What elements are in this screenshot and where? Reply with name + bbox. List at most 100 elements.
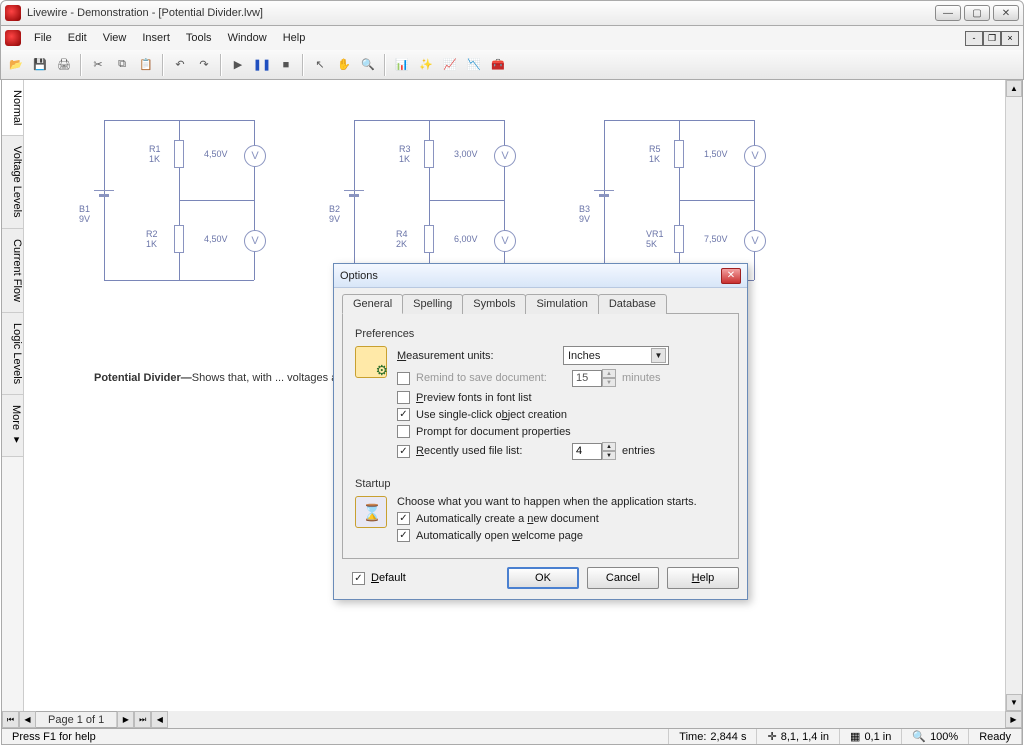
grid-icon: ▦ — [850, 730, 860, 743]
preferences-icon — [355, 346, 387, 378]
status-zoom: 🔍100% — [902, 729, 969, 744]
tab-spelling[interactable]: Spelling — [402, 294, 463, 314]
measurement-label: Measurement units: — [397, 350, 557, 362]
undo-icon[interactable]: ↶ — [169, 54, 191, 76]
status-ready: Ready — [969, 729, 1022, 744]
auto-welcome-checkbox[interactable]: ✓ — [397, 529, 410, 542]
recent-files-checkbox[interactable]: ✓ — [397, 445, 410, 458]
prompt-props-label: Prompt for document properties — [416, 426, 571, 438]
status-coords: ✛8,1, 1,4 in — [757, 729, 840, 744]
dialog-titlebar[interactable]: Options ✕ — [334, 264, 747, 288]
auto-new-checkbox[interactable]: ✓ — [397, 512, 410, 525]
menu-edit[interactable]: Edit — [61, 30, 94, 46]
dialog-close-button[interactable]: ✕ — [721, 268, 741, 284]
startup-label: Startup — [355, 478, 726, 490]
page-next-icon[interactable]: ▶ — [117, 711, 134, 728]
tab-simulation[interactable]: Simulation — [525, 294, 598, 314]
startup-desc: Choose what you want to happen when the … — [397, 496, 697, 508]
mdi-restore-button[interactable]: ❐ — [983, 31, 1001, 46]
remind-minutes-spin: ▲▼ — [572, 369, 616, 387]
pan-icon[interactable]: ✋ — [333, 54, 355, 76]
scroll-up-icon[interactable]: ▲ — [1006, 80, 1022, 97]
maximize-button[interactable]: ▢ — [964, 5, 990, 21]
sidetab-voltage[interactable]: Voltage Levels — [2, 136, 23, 229]
horizontal-scrollbar[interactable]: ◀ ▶ — [151, 711, 1022, 728]
play-icon[interactable]: ▶ — [227, 54, 249, 76]
tab-general[interactable]: General — [342, 294, 403, 314]
menu-tools[interactable]: Tools — [179, 30, 219, 46]
measurement-units-combo[interactable]: Inches▼ — [563, 346, 669, 365]
vertical-scrollbar[interactable]: ▲ ▼ — [1005, 80, 1022, 711]
cancel-button[interactable]: Cancel — [587, 567, 659, 589]
print-icon[interactable]: 🖨 — [53, 54, 75, 76]
default-label: Default — [371, 572, 406, 584]
dialog-tabs: General Spelling Symbols Simulation Data… — [334, 288, 747, 314]
mdi-close-button[interactable]: × — [1001, 31, 1019, 46]
preview-fonts-label: Preview fonts in font list — [416, 392, 532, 404]
pager-row: ⏮ ◀ Page 1 of 1 ▶ ⏭ ◀ ▶ — [1, 711, 1023, 728]
remind-checkbox — [397, 372, 410, 385]
default-checkbox[interactable]: ✓ — [352, 572, 365, 585]
status-help: Press F1 for help — [2, 729, 669, 744]
scroll-down-icon[interactable]: ▼ — [1006, 694, 1022, 711]
sidetab-more[interactable]: More ▾ — [2, 395, 23, 457]
page-last-icon[interactable]: ⏭ — [134, 711, 151, 728]
close-button[interactable]: ✕ — [993, 5, 1019, 21]
tab-database[interactable]: Database — [598, 294, 667, 314]
auto-welcome-label: Automatically open welcome page — [416, 530, 583, 542]
auto-new-label: Automatically create a new document — [416, 513, 599, 525]
chevron-down-icon[interactable]: ▼ — [651, 348, 666, 363]
save-icon[interactable]: 💾 — [29, 54, 51, 76]
open-icon[interactable]: 📂 — [5, 54, 27, 76]
copy-icon[interactable]: ⧉ — [111, 54, 133, 76]
recent-files-spin[interactable]: ▲▼ — [572, 442, 616, 460]
window-title: Livewire - Demonstration - [Potential Di… — [27, 7, 935, 19]
scroll-right-icon[interactable]: ▶ — [1005, 711, 1022, 728]
zoom-icon: 🔍 — [912, 730, 926, 743]
pointer-icon[interactable]: ↖ — [309, 54, 331, 76]
wizard-icon[interactable]: ✨ — [415, 54, 437, 76]
graph1-icon[interactable]: 📈 — [439, 54, 461, 76]
toolbox-icon[interactable]: 🧰 — [487, 54, 509, 76]
ok-button[interactable]: OK — [507, 567, 579, 589]
status-grid: ▦0,1 in — [840, 729, 902, 744]
view-sidebar: Normal Voltage Levels Current Flow Logic… — [2, 80, 24, 711]
circuit-block: B19V R11K R21K V 4,50V V 4,50V — [84, 110, 304, 290]
tab-symbols[interactable]: Symbols — [462, 294, 526, 314]
app-icon — [5, 5, 21, 21]
page-first-icon[interactable]: ⏮ — [2, 711, 19, 728]
status-time: Time:2,844 s — [669, 729, 757, 744]
minimize-button[interactable]: — — [935, 5, 961, 21]
page-prev-icon[interactable]: ◀ — [19, 711, 36, 728]
tab-panel-general: Preferences Measurement units: Inches▼ R… — [342, 313, 739, 559]
single-click-checkbox[interactable]: ✓ — [397, 408, 410, 421]
sidetab-normal[interactable]: Normal — [2, 80, 23, 136]
sidetab-current[interactable]: Current Flow — [2, 229, 23, 313]
preview-fonts-checkbox[interactable] — [397, 391, 410, 404]
pause-icon[interactable]: ❚❚ — [251, 54, 273, 76]
page-indicator: Page 1 of 1 — [36, 712, 117, 727]
startup-icon — [355, 496, 387, 528]
zoom-icon[interactable]: 🔍 — [357, 54, 379, 76]
menu-view[interactable]: View — [96, 30, 134, 46]
menu-file[interactable]: File — [27, 30, 59, 46]
paste-icon[interactable]: 📋 — [135, 54, 157, 76]
prompt-props-checkbox[interactable] — [397, 425, 410, 438]
window-titlebar: Livewire - Demonstration - [Potential Di… — [0, 0, 1024, 26]
redo-icon[interactable]: ↷ — [193, 54, 215, 76]
sidetab-logic[interactable]: Logic Levels — [2, 313, 23, 395]
dialog-title: Options — [340, 270, 378, 282]
preferences-label: Preferences — [355, 328, 726, 340]
scroll-left-icon[interactable]: ◀ — [151, 711, 168, 728]
menu-insert[interactable]: Insert — [135, 30, 177, 46]
cut-icon[interactable]: ✂ — [87, 54, 109, 76]
graph2-icon[interactable]: 📉 — [463, 54, 485, 76]
stop-icon[interactable]: ■ — [275, 54, 297, 76]
chart-icon[interactable]: 📊 — [391, 54, 413, 76]
mdi-minimize-button[interactable]: - — [965, 31, 983, 46]
options-dialog: Options ✕ General Spelling Symbols Simul… — [333, 263, 748, 600]
help-button[interactable]: Help — [667, 567, 739, 589]
menu-window[interactable]: Window — [221, 30, 274, 46]
remind-label: Remind to save document: — [416, 372, 566, 384]
menu-help[interactable]: Help — [276, 30, 313, 46]
